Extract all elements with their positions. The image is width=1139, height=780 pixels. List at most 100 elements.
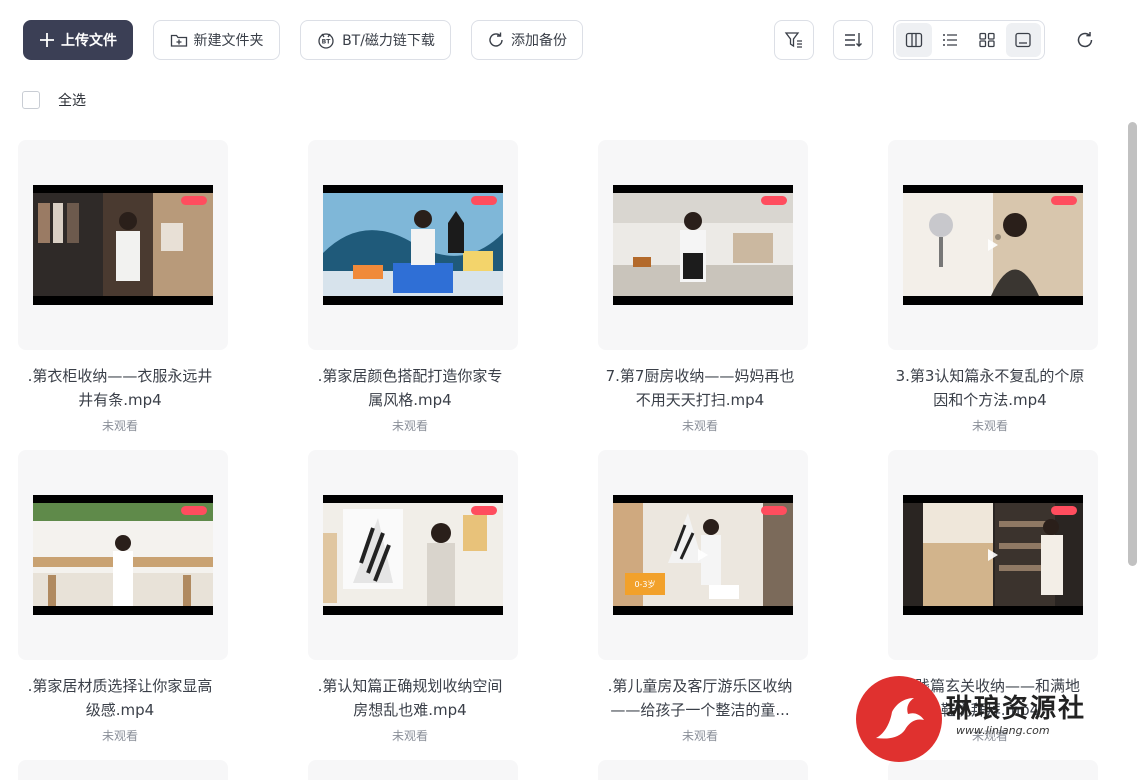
file-name-line2: 房想乱也难.mp4 <box>353 701 467 719</box>
brand-badge <box>1051 506 1077 515</box>
bt-icon: BT <box>318 33 334 49</box>
brand-badge <box>181 196 207 205</box>
view-grid-button[interactable] <box>969 23 1005 57</box>
columns-icon <box>905 32 922 48</box>
select-all-label: 全选 <box>58 93 86 109</box>
thumbnail-box[interactable] <box>18 760 228 780</box>
new-folder-label: 新建文件夹 <box>193 33 264 49</box>
scrollbar[interactable] <box>1128 122 1137 566</box>
plus-icon <box>40 33 54 47</box>
refresh-button[interactable] <box>1068 22 1102 58</box>
brand-badge <box>471 196 497 205</box>
watch-status: 未观看 <box>971 419 1008 433</box>
video-thumbnail[interactable] <box>323 495 503 615</box>
upload-button[interactable]: 上传文件 <box>23 20 133 60</box>
brand-badge <box>761 196 787 205</box>
watch-status: 未观看 <box>681 419 718 433</box>
watch-status: 未观看 <box>391 419 428 433</box>
file-name[interactable]: .第儿童房及客厅游乐区收纳 ——给孩子一个整洁的童... <box>580 674 820 722</box>
sort-icon <box>845 33 862 47</box>
brand-badge <box>761 506 787 515</box>
select-all-checkbox[interactable] <box>22 91 40 109</box>
file-name[interactable]: 3.第3认知篇永不复乱的个原 因和个方法.mp4 <box>870 364 1110 412</box>
file-name-line1: 7.第7厨房收纳——妈妈再也 <box>605 367 795 385</box>
filter-icon <box>784 32 802 48</box>
video-frame <box>33 503 213 606</box>
file-name-line2: 因和个方法.mp4 <box>933 391 1047 409</box>
brand-badge <box>181 506 207 515</box>
video-thumbnail[interactable] <box>33 495 213 615</box>
file-name-line1: .第儿童房及客厅游乐区收纳 <box>607 677 793 695</box>
video-thumbnail[interactable] <box>903 495 1083 615</box>
watch-status: 未观看 <box>101 419 138 433</box>
grid-icon <box>979 32 995 48</box>
svg-text:BT: BT <box>322 39 332 46</box>
watermark-url: www.linlang.com <box>956 724 1050 737</box>
video-thumbnail[interactable] <box>613 185 793 305</box>
file-name-line1: .第家居颜色搭配打造你家专 <box>317 367 503 385</box>
watermark: 琳琅资源社 www.linlang.com <box>856 672 1126 772</box>
play-icon <box>988 239 998 251</box>
svg-text:0-3岁: 0-3岁 <box>634 579 655 589</box>
watermark-text: 琳琅资源社 <box>946 694 1087 724</box>
file-name-line2: 级感.mp4 <box>85 701 155 719</box>
file-name[interactable]: .第衣柜收纳——衣服永远井 井有条.mp4 <box>0 364 240 412</box>
video-frame <box>323 193 503 296</box>
sort-button[interactable] <box>833 20 873 60</box>
watch-status: 未观看 <box>681 729 718 743</box>
file-name-line2: 属风格.mp4 <box>368 391 452 409</box>
bt-download-label: BT/磁力链下载 <box>342 33 435 49</box>
watermark-logo-icon <box>856 676 942 762</box>
thumbnail-box[interactable] <box>888 450 1098 660</box>
video-thumbnail[interactable] <box>903 185 1083 305</box>
video-frame <box>323 503 503 606</box>
brand-badge <box>1051 196 1077 205</box>
file-name-line1: .第家居材质选择让你家显高 <box>27 677 213 695</box>
view-columns-button[interactable] <box>896 23 932 57</box>
file-name-line1: .第衣柜收纳——衣服永远井 <box>27 367 213 385</box>
view-list-button[interactable] <box>933 23 969 57</box>
thumbnail-box[interactable] <box>18 140 228 350</box>
file-name[interactable]: .第家居材质选择让你家显高 级感.mp4 <box>0 674 240 722</box>
thumbnail-box[interactable] <box>598 140 808 350</box>
play-icon <box>698 549 708 561</box>
new-folder-button[interactable]: 新建文件夹 <box>153 20 280 60</box>
sync-icon <box>489 32 503 47</box>
select-all[interactable]: 全选 <box>22 90 86 110</box>
refresh-icon <box>1077 32 1093 48</box>
upload-button-label: 上传文件 <box>61 33 117 49</box>
thumbnail-box[interactable] <box>308 140 518 350</box>
filter-button[interactable] <box>774 20 814 60</box>
file-name-line2: 不用天天打扫.mp4 <box>635 391 765 409</box>
file-name[interactable]: 7.第7厨房收纳——妈妈再也 不用天天打扫.mp4 <box>580 364 820 412</box>
video-thumbnail[interactable] <box>323 185 503 305</box>
file-name[interactable]: .第家居颜色搭配打造你家专 属风格.mp4 <box>290 364 530 412</box>
add-backup-button[interactable]: 添加备份 <box>471 20 583 60</box>
thumbnail-box[interactable] <box>18 450 228 660</box>
brand-badge <box>471 506 497 515</box>
file-name[interactable]: .第认知篇正确规划收纳空间 房想乱也难.mp4 <box>290 674 530 722</box>
watch-status: 未观看 <box>391 729 428 743</box>
thumbnail-box[interactable] <box>308 760 518 780</box>
video-thumbnail[interactable] <box>33 185 213 305</box>
view-thumbnail-button[interactable] <box>1005 23 1041 57</box>
thumbnail-box[interactable]: 0-3岁 <box>598 450 808 660</box>
thumbnail-box[interactable] <box>308 450 518 660</box>
thumbnail-box[interactable] <box>598 760 808 780</box>
video-frame <box>33 193 213 296</box>
file-name-line1: .第认知篇正确规划收纳空间 <box>317 677 503 695</box>
watch-status: 未观看 <box>101 729 138 743</box>
bt-download-button[interactable]: BT BT/磁力链下载 <box>300 20 451 60</box>
view-mode-group <box>893 20 1045 60</box>
list-icon <box>943 34 958 46</box>
video-thumbnail[interactable]: 0-3岁 <box>613 495 793 615</box>
thumbnail-icon <box>1015 32 1031 48</box>
file-name-line1: 3.第3认知篇永不复乱的个原 <box>895 367 1085 385</box>
file-name-line2: 井有条.mp4 <box>78 391 162 409</box>
file-name-line2: ——给孩子一个整洁的童... <box>610 701 790 719</box>
play-icon <box>988 549 998 561</box>
thumbnail-box[interactable] <box>888 140 1098 350</box>
folder-plus-icon <box>170 34 187 47</box>
video-frame <box>613 193 793 296</box>
add-backup-label: 添加备份 <box>511 33 567 49</box>
